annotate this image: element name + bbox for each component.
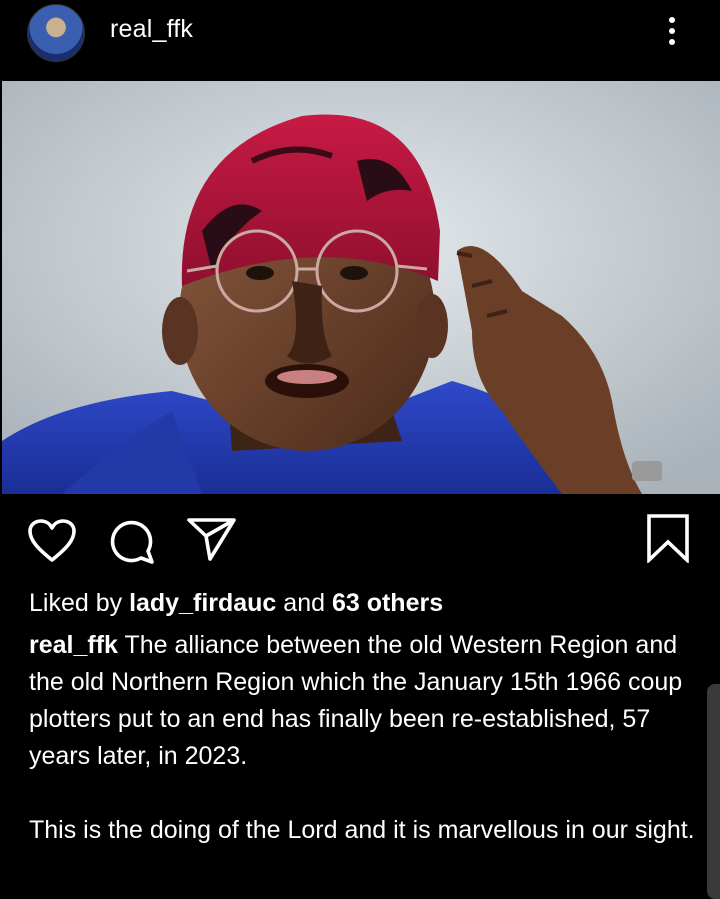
comment-button[interactable] (108, 518, 156, 571)
likes-summary[interactable]: Liked by lady_firdauc and 63 others (29, 588, 443, 618)
avatar[interactable] (27, 4, 85, 62)
likes-connector: and (276, 589, 332, 617)
likes-prefix: Liked by (29, 589, 130, 617)
scroll-handle[interactable] (707, 684, 720, 899)
more-vertical-icon (669, 17, 675, 23)
more-options-button[interactable] (660, 10, 684, 52)
portrait-illustration (2, 81, 720, 494)
heart-icon (28, 519, 76, 562)
post-header: real_ffk (0, 0, 720, 80)
save-button[interactable] (646, 513, 690, 568)
bookmark-icon (647, 514, 689, 565)
like-button[interactable] (27, 518, 77, 569)
post-caption: real_ffk The alliance between the old We… (29, 627, 699, 849)
post-image[interactable] (2, 81, 720, 494)
caption-username[interactable]: real_ffk (29, 631, 118, 659)
send-icon (187, 518, 236, 561)
likes-others-count[interactable]: 63 others (332, 589, 443, 617)
caption-text: The alliance between the old Western Reg… (29, 631, 695, 844)
liked-by-user[interactable]: lady_firdauc (129, 589, 276, 617)
comment-icon (110, 520, 154, 564)
post-username[interactable]: real_ffk (110, 15, 193, 44)
share-button[interactable] (186, 516, 238, 567)
